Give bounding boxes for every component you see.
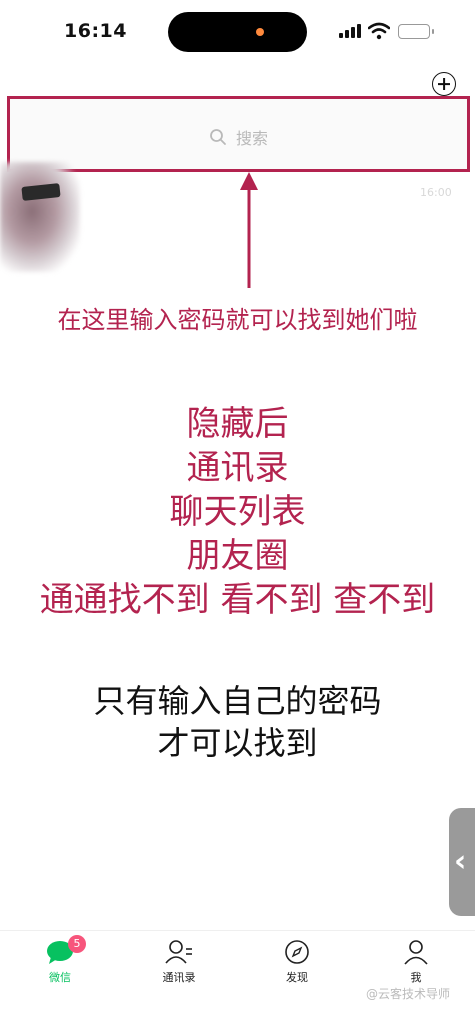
annotation-arrow-icon bbox=[240, 172, 258, 288]
side-drawer-handle[interactable]: ‹ bbox=[449, 808, 475, 916]
plus-circle-icon[interactable] bbox=[432, 72, 456, 96]
search-placeholder: 搜索 bbox=[236, 129, 269, 148]
note-line: 才可以找到 bbox=[157, 724, 318, 762]
annotation-line: 通通找不到 看不到 查不到 bbox=[39, 580, 436, 620]
annotation-hidden-list: 隐藏后 通讯录 聊天列表 朋友圈 通通找不到 看不到 查不到 bbox=[0, 402, 475, 622]
avatar bbox=[0, 162, 80, 272]
annotation-hint: 在这里输入密码就可以找到她们啦 bbox=[57, 306, 418, 334]
annotation-line: 聊天列表 bbox=[169, 492, 306, 532]
tab-chats[interactable]: 5 微信 bbox=[20, 935, 100, 991]
search-field-content: 搜索 bbox=[10, 125, 467, 149]
annotation-line: 朋友圈 bbox=[186, 536, 289, 576]
annotation-line: 隐藏后 bbox=[186, 404, 289, 444]
tab-discover[interactable]: 发现 bbox=[257, 939, 337, 991]
chat-time: 16:00 bbox=[420, 186, 452, 199]
annotation-note: 只有输入自己的密码 才可以找到 bbox=[0, 680, 475, 764]
watermark: @云客技术导师 bbox=[366, 987, 451, 1001]
compass-icon bbox=[285, 940, 309, 964]
search-icon bbox=[210, 129, 226, 145]
tab-label: 通讯录 bbox=[162, 971, 196, 984]
cellular-signal-icon bbox=[339, 24, 363, 38]
wifi-icon bbox=[368, 22, 390, 40]
battery-icon bbox=[398, 24, 434, 39]
unread-badge: 5 bbox=[68, 935, 86, 953]
recording-indicator bbox=[256, 28, 264, 36]
chevron-left-icon: ‹ bbox=[454, 844, 467, 879]
tab-contacts[interactable]: 通讯录 bbox=[139, 939, 219, 991]
annotation-line: 通讯录 bbox=[186, 448, 289, 488]
dynamic-island bbox=[168, 12, 307, 52]
note-line: 只有输入自己的密码 bbox=[93, 682, 382, 720]
person-icon bbox=[404, 940, 428, 965]
status-bar: 16:14 bbox=[0, 0, 475, 64]
tab-me[interactable]: 我 bbox=[376, 939, 456, 991]
tab-label: 发现 bbox=[286, 971, 308, 984]
tab-label: 我 bbox=[410, 971, 422, 984]
contacts-icon bbox=[165, 940, 192, 964]
status-time: 16:14 bbox=[64, 20, 127, 42]
tab-label: 微信 bbox=[49, 971, 71, 984]
